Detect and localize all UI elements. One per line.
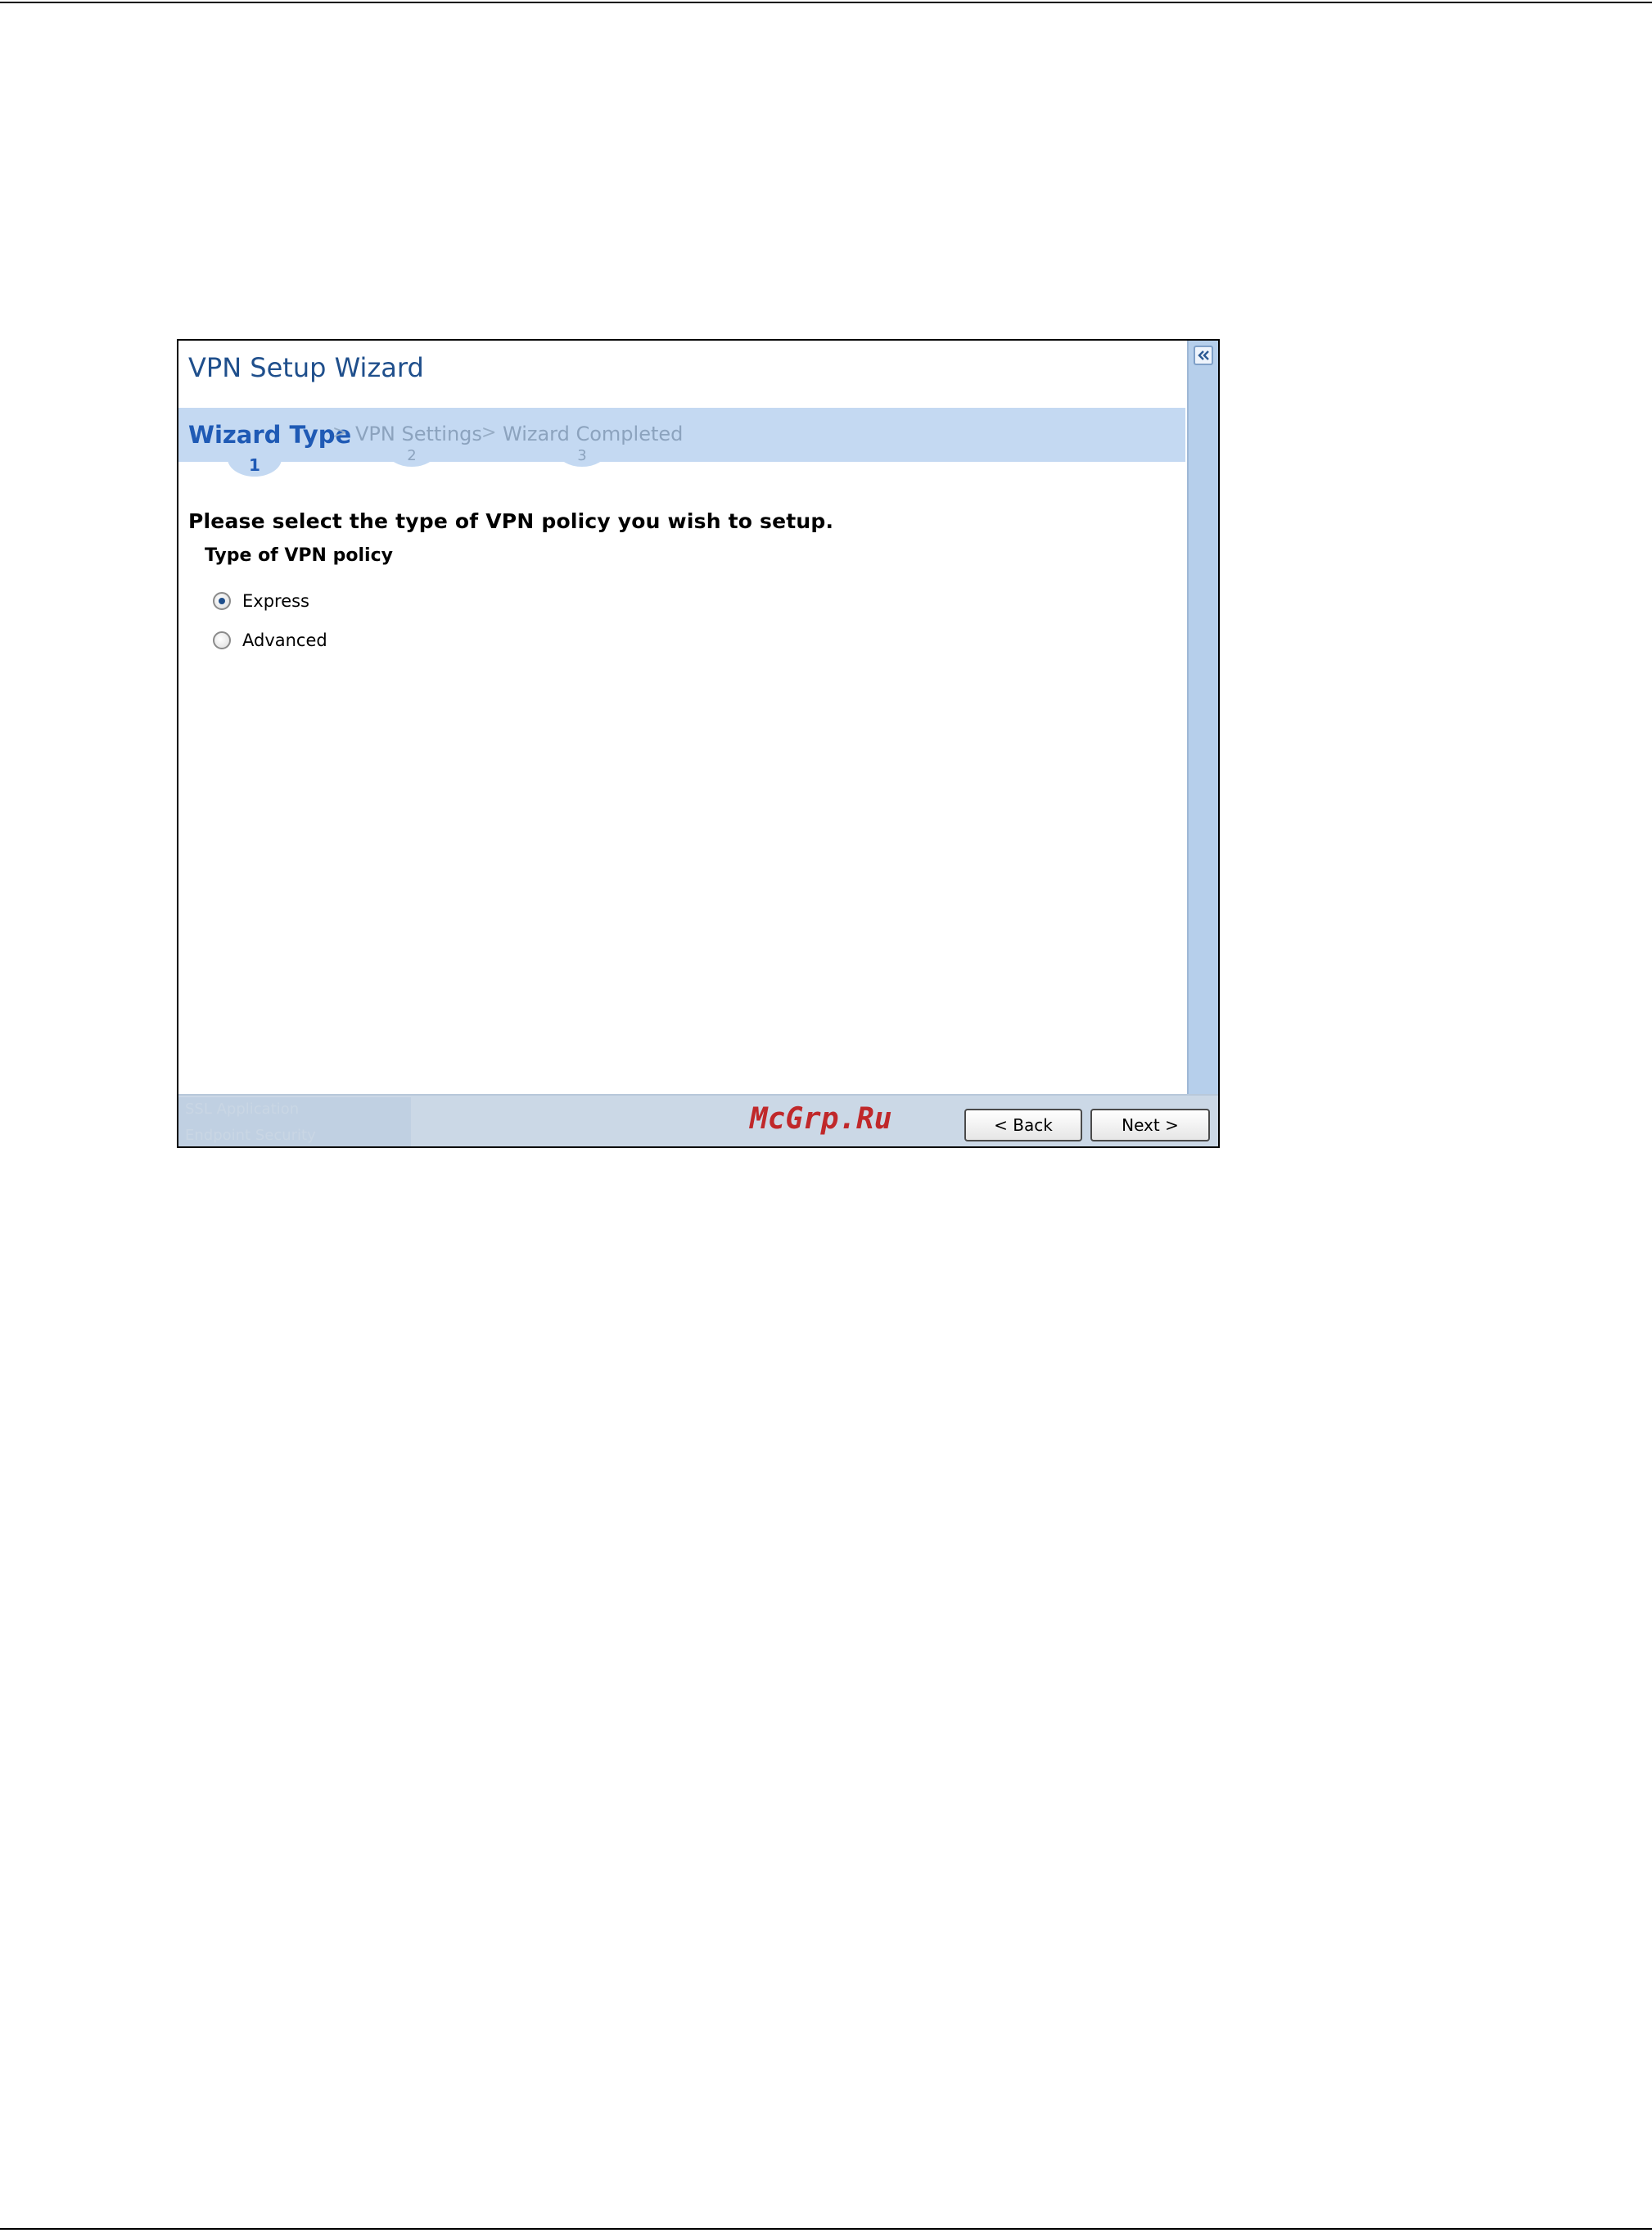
wizard-prompt: Please select the type of VPN policy you… (188, 509, 834, 533)
step-3-number: 3 (577, 447, 587, 464)
step-separator-icon: > (481, 423, 497, 443)
back-button[interactable]: < Back (964, 1109, 1082, 1141)
step-vpn-settings: VPN Settings (355, 423, 482, 445)
radio-express-label: Express (242, 591, 310, 611)
next-button[interactable]: Next > (1090, 1109, 1210, 1141)
footer-ghost-text: SSL Application (185, 1101, 300, 1118)
step-separator-icon: > (332, 423, 348, 443)
step-2-number: 2 (407, 447, 417, 464)
wizard-content: VPN Setup Wizard Wizard Type > VPN Setti… (178, 341, 1185, 1094)
step-wizard-type: Wizard Type (188, 421, 352, 449)
wizard-title: VPN Setup Wizard (188, 352, 424, 383)
radio-advanced[interactable] (213, 631, 231, 649)
watermark-text: McGrp.Ru (750, 1102, 892, 1136)
vpn-setup-wizard-window: VPN Setup Wizard Wizard Type > VPN Setti… (177, 339, 1220, 1148)
double-chevron-left-icon (1198, 350, 1209, 360)
footer-left-panel: SSL Application Endpoint Security (178, 1097, 411, 1146)
side-panel-strip (1187, 341, 1218, 1094)
page-bottom-rule (0, 2228, 1652, 2230)
footer-ghost-text: Endpoint Security (185, 1127, 316, 1144)
step-wizard-completed: Wizard Completed (503, 423, 684, 445)
radio-express[interactable] (213, 592, 231, 610)
radio-advanced-label: Advanced (242, 631, 327, 650)
wizard-footer: SSL Application Endpoint Security McGrp.… (178, 1094, 1218, 1146)
radio-option-advanced[interactable]: Advanced (213, 631, 327, 650)
step-1-number: 1 (249, 455, 260, 475)
page-top-rule (0, 2, 1652, 3)
collapse-panel-button[interactable] (1194, 346, 1213, 365)
radio-option-express[interactable]: Express (213, 591, 309, 611)
vpn-policy-type-label: Type of VPN policy (205, 545, 393, 566)
